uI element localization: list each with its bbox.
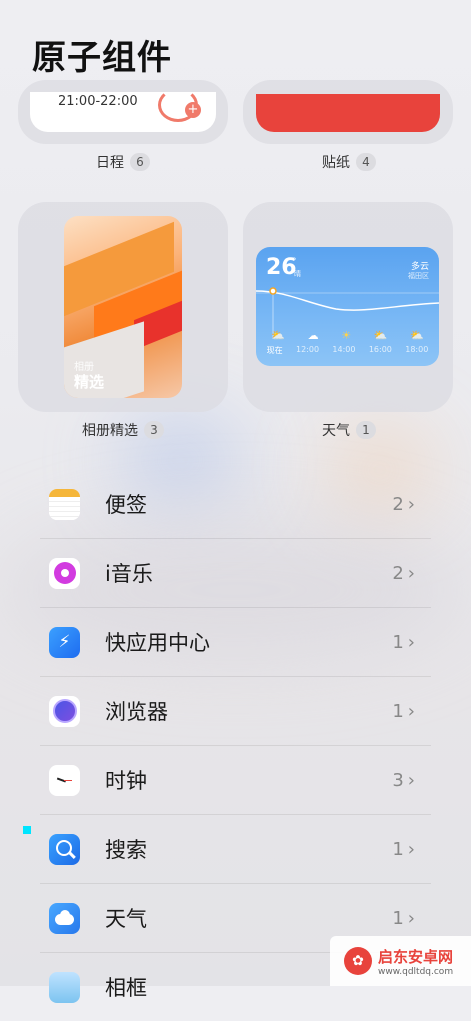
search-icon	[49, 833, 80, 865]
sticker-label: 贴纸	[322, 155, 350, 171]
page-title: 原子组件	[32, 38, 172, 78]
list-item-notes[interactable]: 便签 2 ›	[40, 470, 431, 539]
notes-icon	[49, 488, 80, 520]
chevron-right-icon: ›	[407, 493, 415, 515]
app-name: 便签	[105, 493, 147, 517]
app-name: 搜索	[105, 838, 147, 862]
weather-forecast-times: 现在 12:00 14:00 16:00 18:00	[256, 345, 439, 356]
list-item-search[interactable]: 搜索 1 ›	[40, 815, 431, 884]
chevron-right-icon: ›	[407, 769, 415, 791]
forecast-time: 18:00	[405, 345, 429, 354]
partly-cloudy-icon: ⛅	[373, 329, 388, 342]
list-item-clock[interactable]: 时钟 3 ›	[40, 746, 431, 815]
chevron-right-icon: ›	[407, 562, 415, 584]
app-count: 2	[392, 493, 404, 515]
browser-icon	[49, 695, 80, 727]
photo-frame-icon	[49, 971, 80, 1003]
chevron-right-icon: ›	[407, 700, 415, 722]
forecast-time: 14:00	[332, 345, 356, 354]
app-count: 1	[392, 907, 404, 929]
partly-cloudy-icon: ⛅	[271, 329, 285, 342]
forecast-time: 16:00	[368, 345, 392, 354]
sticker-label-row: 贴纸 4	[322, 152, 376, 172]
app-name: 时钟	[105, 769, 147, 793]
weather-count-badge: 1	[356, 421, 376, 439]
app-count: 2	[392, 562, 404, 584]
watermark-name: 启东安卓网	[378, 947, 454, 966]
weather-preview: 26 ° 晴 多云 福田区 ⛅ ☁ ☀ ⛅ ⛅ 现在 12:00 14:00 1…	[256, 247, 439, 366]
chevron-right-icon: ›	[407, 838, 415, 860]
weather-label: 天气	[322, 423, 350, 439]
app-name: 天气	[105, 907, 147, 931]
weather-icon	[49, 902, 80, 934]
sticker-preview	[256, 94, 440, 132]
watermark-logo-icon: ✿	[344, 947, 372, 975]
schedule-count-badge: 6	[130, 153, 150, 171]
cursor-marker	[23, 826, 31, 834]
list-item-music[interactable]: i音乐 2 ›	[40, 539, 431, 608]
watermark-url: www.qdltdq.com	[378, 966, 454, 977]
album-label-row: 相册精选 3	[82, 420, 164, 440]
sun-icon: ☀	[341, 329, 352, 342]
cloud-icon: ☁	[307, 329, 319, 342]
schedule-time: 21:00-22:00	[58, 94, 138, 109]
app-count: 1	[392, 838, 404, 860]
album-main-text: 精选	[74, 373, 105, 391]
music-icon	[49, 557, 80, 589]
partly-cloudy-icon: ⛅	[409, 329, 424, 342]
album-preview: 相册 精选	[64, 216, 182, 398]
chevron-right-icon: ›	[407, 631, 415, 653]
watermark: ✿ 启东安卓网 www.qdltdq.com	[330, 936, 471, 986]
clock-icon	[49, 764, 80, 796]
schedule-label: 日程	[96, 155, 124, 171]
add-icon: +	[185, 102, 201, 118]
app-count: 3	[392, 769, 404, 791]
quick-app-icon: ⚡	[49, 626, 80, 658]
list-item-quick-app[interactable]: ⚡ 快应用中心 1 ›	[40, 608, 431, 677]
album-count-badge: 3	[144, 421, 164, 439]
app-name: 快应用中心	[105, 631, 210, 655]
schedule-label-row: 日程 6	[96, 152, 150, 172]
forecast-time: 12:00	[296, 345, 320, 354]
app-count: 1	[392, 631, 404, 653]
sticker-widget-card[interactable]	[243, 80, 453, 144]
weather-label-row: 天气 1	[322, 420, 376, 440]
chevron-right-icon: ›	[407, 907, 415, 929]
forecast-time: 现在	[266, 346, 283, 355]
app-count: 1	[392, 700, 404, 722]
app-name: i音乐	[105, 562, 153, 586]
list-item-browser[interactable]: 浏览器 1 ›	[40, 677, 431, 746]
weather-forecast-icons: ⛅ ☁ ☀ ⛅ ⛅	[256, 329, 439, 342]
sticker-count-badge: 4	[356, 153, 376, 171]
schedule-widget-card[interactable]: 21:00-22:00 +	[18, 80, 228, 144]
album-label: 相册精选	[82, 423, 138, 439]
app-name: 浏览器	[105, 700, 168, 724]
